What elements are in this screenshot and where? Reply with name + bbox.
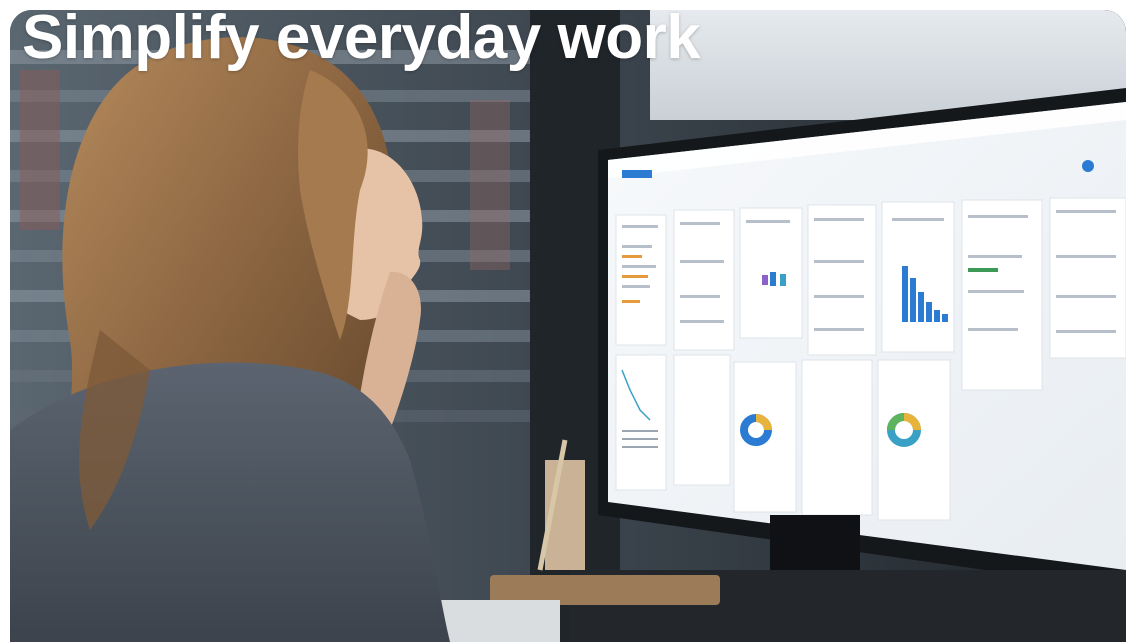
headline: Simplify everyday work xyxy=(22,10,701,72)
hero-photo xyxy=(10,10,1126,642)
promo-card[interactable]: Simplify everyday work xyxy=(10,10,1126,642)
